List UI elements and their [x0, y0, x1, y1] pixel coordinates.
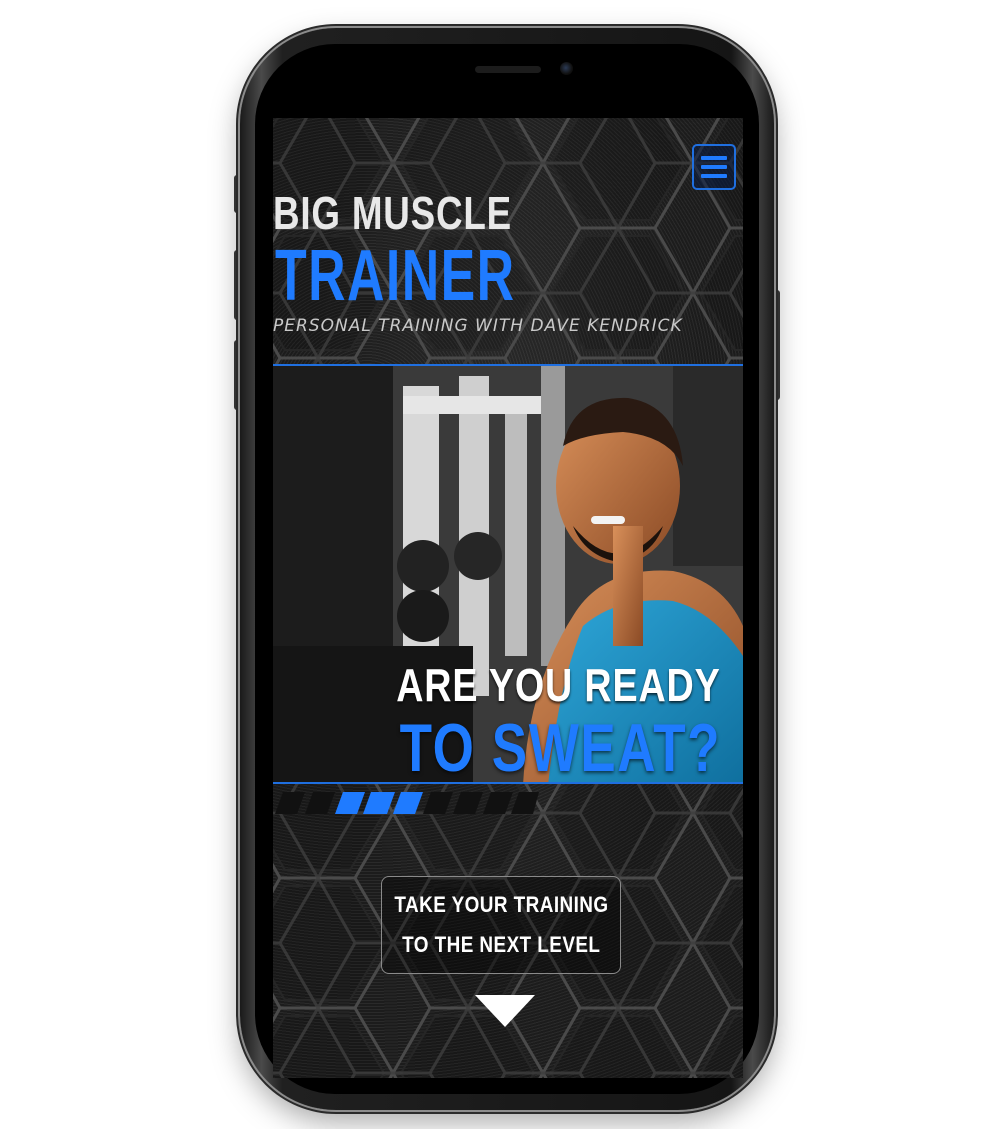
hero-headline-line1: ARE YOU READY [396, 659, 721, 711]
logo-title-line2[interactable]: TRAINER [275, 240, 515, 312]
speaker-grille [475, 66, 541, 73]
power-button [774, 290, 780, 400]
cta-label-line1: TAKE YOUR TRAINING [393, 892, 609, 917]
accent-stripes [275, 792, 539, 814]
logo-title-line1[interactable]: BIG MUSCLE [273, 190, 512, 236]
menu-icon-bar [701, 165, 727, 169]
cta-label-line2: TO THE NEXT LEVEL [401, 932, 601, 957]
web-page[interactable]: BIG MUSCLE TRAINER PERSONAL TRAINING WIT… [273, 118, 743, 1078]
menu-icon-bar [701, 174, 727, 178]
next-level-button[interactable]: TAKE YOUR TRAINING TO THE NEXT LEVEL [381, 876, 621, 974]
menu-icon-bar [701, 156, 727, 160]
hero-headline-line2: TO SWEAT? [399, 710, 721, 784]
mockup-stage: BIG MUSCLE TRAINER PERSONAL TRAINING WIT… [0, 0, 1000, 1129]
hero-banner: ARE YOU READY TO SWEAT? [273, 364, 743, 784]
hamburger-menu-button[interactable] [692, 144, 736, 190]
front-camera [560, 62, 573, 75]
down-arrow-icon[interactable] [475, 995, 535, 1027]
site-tagline: PERSONAL TRAINING WITH DAVE KENDRICK [273, 316, 683, 336]
